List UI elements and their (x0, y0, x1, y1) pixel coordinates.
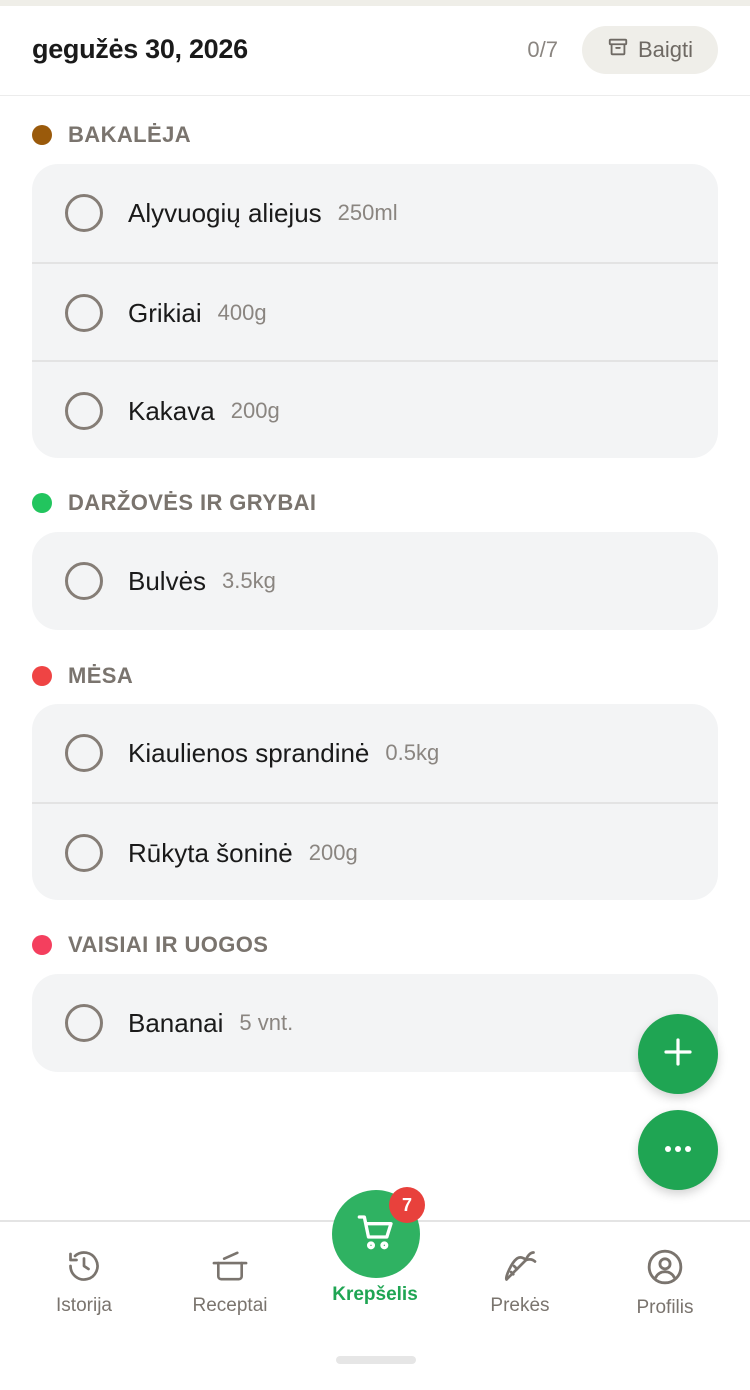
item-quantity: 3.5kg (222, 568, 276, 593)
item-quantity: 5 vnt. (239, 1010, 294, 1035)
unchecked-circle-icon[interactable] (65, 834, 103, 872)
category-color-dot (32, 666, 52, 686)
category-name: BAKALĖJA (68, 122, 191, 147)
list-item[interactable]: Kakava 200g (32, 360, 718, 458)
list-item[interactable]: Alyvuogių aliejus 250ml (32, 164, 718, 262)
nav-label: Istorija (56, 1295, 112, 1316)
list-item[interactable]: Bulvės 3.5kg (32, 532, 718, 630)
unchecked-circle-icon[interactable] (65, 392, 103, 430)
category-header-bakaleja: BAKALĖJA (32, 120, 191, 150)
add-item-button[interactable] (638, 1014, 718, 1094)
item-name: Kiaulienos sprandinė (128, 737, 370, 768)
category-card-darzoves: Bulvės 3.5kg (32, 532, 718, 630)
nav-item-recipes[interactable]: Receptai (165, 1236, 295, 1326)
list-item[interactable]: Kiaulienos sprandinė 0.5kg (32, 704, 718, 802)
nav-item-products[interactable]: Prekės (455, 1236, 585, 1326)
item-name: Kakava (128, 395, 215, 426)
finish-button-label: Baigti (637, 37, 694, 62)
sheet-drag-handle[interactable] (336, 1356, 416, 1364)
item-quantity: 250ml (337, 200, 398, 225)
item-name: Alyvuogių aliejus (128, 197, 322, 228)
nav-item-history[interactable]: Istorija (19, 1236, 149, 1326)
list-item[interactable]: Grikiai 400g (32, 262, 718, 360)
category-color-dot (32, 935, 52, 955)
category-card-bakaleja: Alyvuogių aliejus 250ml Grikiai 400g Kak… (32, 164, 718, 458)
category-color-dot (32, 493, 52, 513)
item-quantity: 200g (230, 398, 280, 423)
nav-label: Prekės (490, 1295, 550, 1316)
cart-count-badge: 7 (389, 1187, 425, 1223)
unchecked-circle-icon[interactable] (65, 294, 103, 332)
category-color-dot (32, 125, 52, 145)
nav-item-profile[interactable]: Profilis (600, 1236, 730, 1326)
item-name: Grikiai (128, 297, 202, 328)
pot-icon (211, 1236, 249, 1289)
finish-button[interactable]: Baigti (582, 26, 718, 74)
unchecked-circle-icon[interactable] (65, 734, 103, 772)
category-header-vaisiai: VAISIAI IR UOGOS (32, 930, 268, 960)
category-card-mesa: Kiaulienos sprandinė 0.5kg Rūkyta šoninė… (32, 704, 718, 900)
more-options-button[interactable] (638, 1110, 718, 1190)
item-quantity: 0.5kg (385, 740, 440, 765)
category-name: VAISIAI IR UOGOS (68, 932, 269, 957)
category-header-darzoves: DARŽOVĖS IR GRYBAI (32, 488, 316, 518)
plus-icon (662, 1036, 694, 1073)
unchecked-circle-icon[interactable] (65, 194, 103, 232)
cart-icon (356, 1212, 396, 1257)
unchecked-circle-icon[interactable] (65, 1004, 103, 1042)
category-name: DARŽOVĖS IR GRYBAI (68, 490, 317, 515)
carrot-icon (502, 1236, 538, 1289)
nav-label-cart: Krepšelis (332, 1284, 418, 1305)
nav-label: Receptai (192, 1295, 268, 1316)
item-name: Bananai (128, 1007, 224, 1038)
category-header-mesa: MĖSA (32, 661, 133, 691)
item-name: Rūkyta šoninė (128, 837, 293, 868)
more-icon (663, 1141, 693, 1159)
list-header: gegužės 30, 2026 0/7 Baigti (0, 6, 750, 96)
profile-icon (646, 1236, 684, 1291)
item-name: Bulvės (128, 565, 207, 596)
category-card-vaisiai: Bananai 5 vnt. (32, 974, 718, 1072)
archive-icon (607, 36, 629, 64)
item-quantity: 400g (217, 300, 267, 325)
unchecked-circle-icon[interactable] (65, 562, 103, 600)
list-item[interactable]: Bananai 5 vnt. (32, 974, 718, 1072)
category-name: MĖSA (68, 663, 134, 688)
list-item[interactable]: Rūkyta šoninė 200g (32, 802, 718, 900)
item-quantity: 200g (308, 840, 358, 865)
progress-count: 0/7 (527, 37, 558, 62)
page-title: gegužės 30, 2026 (32, 34, 248, 64)
nav-label: Profilis (636, 1297, 694, 1318)
history-icon (66, 1236, 102, 1289)
